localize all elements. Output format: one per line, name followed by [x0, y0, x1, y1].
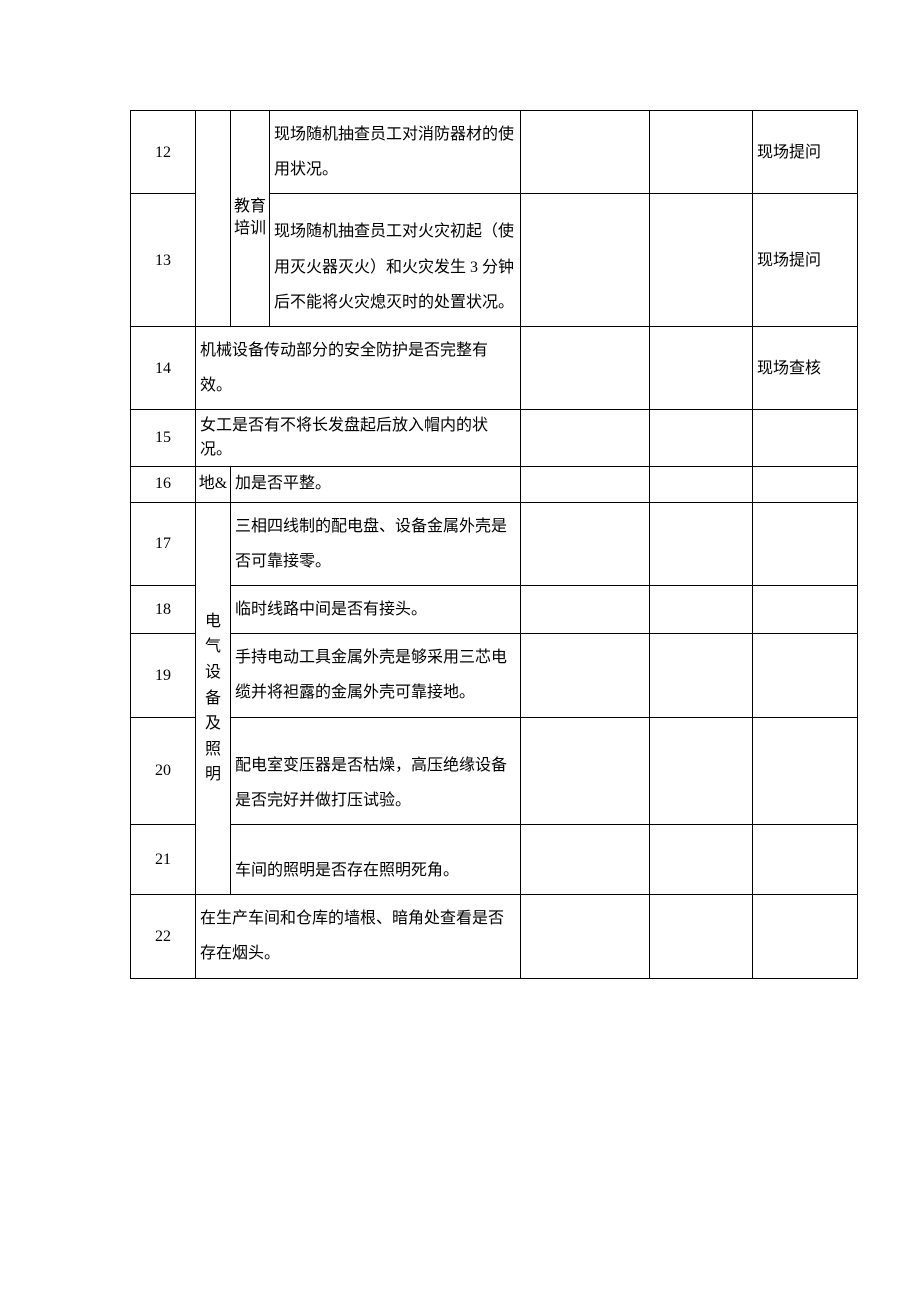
category-level-2: 教育培训 — [231, 111, 270, 327]
blank-cell — [650, 194, 753, 327]
item-description: 配电室变压器是否枯燥，高压绝缘设备是否完好并做打压试验。 — [231, 717, 521, 824]
row-number: 22 — [131, 895, 196, 978]
item-description: 手持电动工具金属外壳是够采用三芯电缆并将袒露的金属外壳可靠接地。 — [231, 634, 521, 717]
item-description: 女工是否有不将长发盘起后放入帽内的状况。 — [196, 410, 521, 467]
blank-cell — [650, 895, 753, 978]
remark-cell — [753, 502, 858, 585]
remark-cell: 现场提问 — [753, 194, 858, 327]
remark-cell: 现场查核 — [753, 326, 858, 409]
item-description: 加是否平整。 — [231, 467, 521, 502]
row-number: 18 — [131, 586, 196, 634]
table-row: 21 车间的照明是否存在照明死角。 — [131, 825, 858, 895]
row-number: 13 — [131, 194, 196, 327]
item-description: 现场随机抽查员工对消防器材的使用状况。 — [270, 111, 521, 194]
row-number: 14 — [131, 326, 196, 409]
document-page: 12 教育培训 现场随机抽查员工对消防器材的使用状况。 现场提问 13 现场随机… — [0, 0, 920, 1089]
item-description: 在生产车间和仓库的墙根、暗角处查看是否存在烟头。 — [196, 895, 521, 978]
blank-cell — [650, 825, 753, 895]
blank-cell — [650, 326, 753, 409]
blank-cell — [521, 586, 650, 634]
blank-cell — [521, 825, 650, 895]
blank-cell — [650, 111, 753, 194]
category-level-1: 电气设备及照明 — [196, 502, 231, 895]
blank-cell — [521, 895, 650, 978]
category-level-1: 地& — [196, 467, 231, 502]
row-number: 17 — [131, 502, 196, 585]
table-row: 12 教育培训 现场随机抽查员工对消防器材的使用状况。 现场提问 — [131, 111, 858, 194]
table-row: 15 女工是否有不将长发盘起后放入帽内的状况。 — [131, 410, 858, 467]
table-row: 19 手持电动工具金属外壳是够采用三芯电缆并将袒露的金属外壳可靠接地。 — [131, 634, 858, 717]
item-description: 机械设备传动部分的安全防护是否完整有效。 — [196, 326, 521, 409]
remark-cell — [753, 895, 858, 978]
blank-cell — [521, 194, 650, 327]
row-number: 12 — [131, 111, 196, 194]
inspection-table: 12 教育培训 现场随机抽查员工对消防器材的使用状况。 现场提问 13 现场随机… — [130, 110, 858, 979]
remark-cell — [753, 586, 858, 634]
blank-cell — [521, 111, 650, 194]
row-number: 15 — [131, 410, 196, 467]
blank-cell — [521, 326, 650, 409]
table-row: 14 机械设备传动部分的安全防护是否完整有效。 现场查核 — [131, 326, 858, 409]
table-row: 17 电气设备及照明 三相四线制的配电盘、设备金属外壳是否可靠接零。 — [131, 502, 858, 585]
table-row: 20 配电室变压器是否枯燥，高压绝缘设备是否完好并做打压试验。 — [131, 717, 858, 824]
remark-cell — [753, 634, 858, 717]
row-number: 20 — [131, 717, 196, 824]
item-description: 现场随机抽查员工对火灾初起（使用灭火器灭火）和火灾发生 3 分钟后不能将火灾熄灭… — [270, 194, 521, 327]
blank-cell — [650, 717, 753, 824]
blank-cell — [521, 467, 650, 502]
remark-cell — [753, 825, 858, 895]
blank-cell — [650, 586, 753, 634]
table-row: 18 临时线路中间是否有接头。 — [131, 586, 858, 634]
remark-cell — [753, 467, 858, 502]
remark-cell — [753, 717, 858, 824]
blank-cell — [521, 502, 650, 585]
remark-cell: 现场提问 — [753, 111, 858, 194]
blank-cell — [650, 410, 753, 467]
table-row: 22 在生产车间和仓库的墙根、暗角处查看是否存在烟头。 — [131, 895, 858, 978]
item-description: 三相四线制的配电盘、设备金属外壳是否可靠接零。 — [231, 502, 521, 585]
blank-cell — [521, 410, 650, 467]
blank-cell — [650, 634, 753, 717]
category-level-1 — [196, 111, 231, 327]
item-description: 临时线路中间是否有接头。 — [231, 586, 521, 634]
row-number: 19 — [131, 634, 196, 717]
row-number: 16 — [131, 467, 196, 502]
blank-cell — [521, 634, 650, 717]
remark-cell — [753, 410, 858, 467]
item-description: 车间的照明是否存在照明死角。 — [231, 825, 521, 895]
blank-cell — [650, 467, 753, 502]
row-number: 21 — [131, 825, 196, 895]
blank-cell — [650, 502, 753, 585]
table-row: 16 地& 加是否平整。 — [131, 467, 858, 502]
blank-cell — [521, 717, 650, 824]
